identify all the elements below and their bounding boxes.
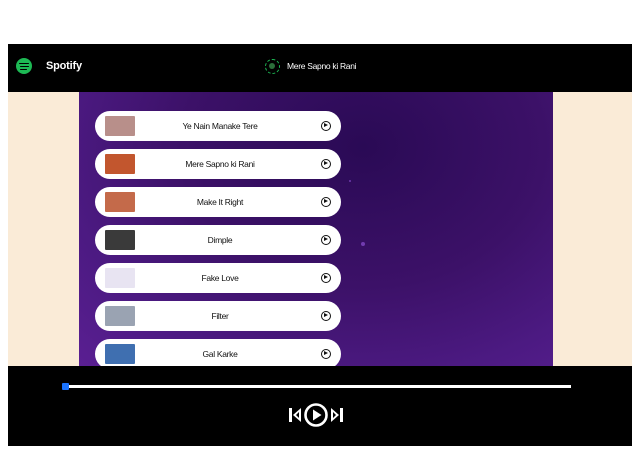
spotify-logo-icon	[16, 58, 32, 74]
song-name: Ye Nain Manake Tere	[182, 121, 258, 131]
player-controls	[288, 400, 344, 430]
play-circle-icon[interactable]	[302, 400, 330, 430]
play-circle-icon[interactable]	[321, 235, 331, 245]
play-circle-icon[interactable]	[321, 121, 331, 131]
song-list: Ye Nain Manake Tere Mere Sapno ki Rani M…	[95, 111, 341, 366]
spotify-app: Spotify Mere Sapno ki Rani Ye Nain Manak…	[8, 44, 632, 446]
song-name: Filter	[211, 311, 229, 321]
progress-track	[64, 385, 571, 388]
song-item[interactable]: Dimple	[95, 225, 341, 255]
brand-name: Spotify	[46, 60, 82, 72]
play-circle-icon[interactable]	[321, 273, 331, 283]
play-circle-icon[interactable]	[321, 311, 331, 321]
brand[interactable]: Spotify	[16, 54, 82, 78]
play-circle-icon[interactable]	[321, 197, 331, 207]
song-cover	[105, 306, 135, 326]
playing-gif-icon	[264, 58, 280, 74]
song-cover	[105, 230, 135, 250]
skip-previous-icon[interactable]	[288, 400, 302, 430]
song-cover	[105, 344, 135, 364]
song-name: Make It Right	[196, 197, 244, 207]
play-circle-icon[interactable]	[321, 349, 331, 359]
now-playing-title: Mere Sapno ki Rani	[287, 61, 357, 71]
song-name: Gal Karke	[202, 349, 238, 359]
song-item[interactable]: Mere Sapno ki Rani	[95, 149, 341, 179]
background-speck	[349, 180, 351, 182]
navbar: Spotify Mere Sapno ki Rani	[8, 44, 632, 92]
song-item[interactable]: Filter	[95, 301, 341, 331]
song-cover	[105, 116, 135, 136]
song-name: Fake Love	[201, 273, 239, 283]
song-item[interactable]: Fake Love	[95, 263, 341, 293]
song-item[interactable]: Ye Nain Manake Tere	[95, 111, 341, 141]
song-name: Dimple	[207, 235, 233, 245]
main-area: Ye Nain Manake Tere Mere Sapno ki Rani M…	[8, 92, 632, 366]
play-circle-icon[interactable]	[321, 159, 331, 169]
song-list-container: Ye Nain Manake Tere Mere Sapno ki Rani M…	[79, 92, 553, 366]
progress-bar[interactable]	[62, 383, 571, 390]
now-playing: Mere Sapno ki Rani	[264, 54, 357, 78]
progress-thumb[interactable]	[62, 383, 69, 390]
song-item[interactable]: Gal Karke	[95, 339, 341, 366]
player-bar	[8, 366, 632, 446]
song-cover	[105, 192, 135, 212]
skip-next-icon[interactable]	[330, 400, 344, 430]
song-item[interactable]: Make It Right	[95, 187, 341, 217]
song-name: Mere Sapno ki Rani	[185, 159, 255, 169]
song-cover	[105, 154, 135, 174]
song-cover	[105, 268, 135, 288]
background-speck	[361, 242, 365, 246]
